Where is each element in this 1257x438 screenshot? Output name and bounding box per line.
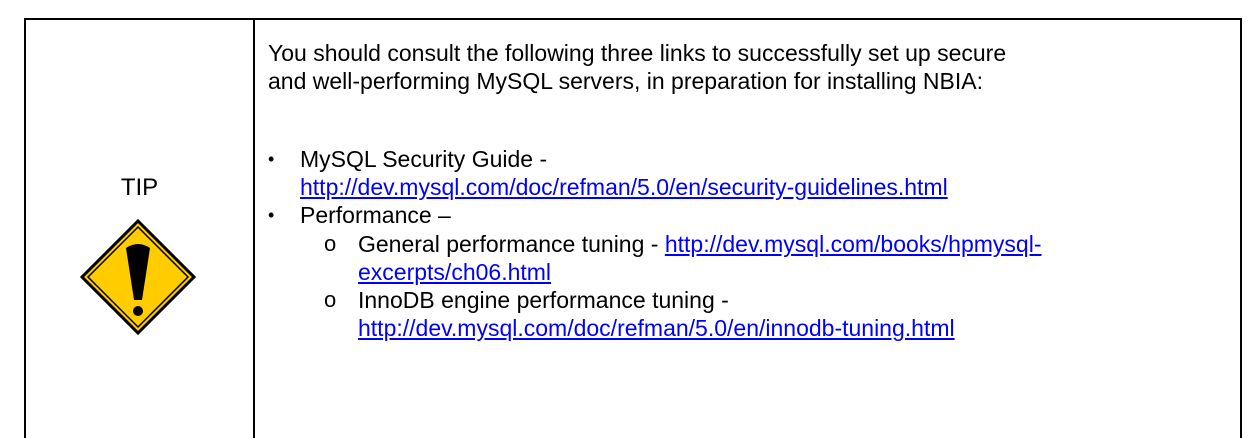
security-guide-link[interactable]: http://dev.mysql.com/doc/refman/5.0/en/s… bbox=[300, 174, 948, 200]
bullet-marker: • bbox=[268, 205, 275, 225]
subitem-innodb-tuning-label: InnoDB engine performance tuning - bbox=[358, 287, 729, 313]
tip-content-cell: You should consult the following three l… bbox=[255, 20, 1240, 438]
innodb-tuning-link[interactable]: http://dev.mysql.com/doc/refman/5.0/en/i… bbox=[358, 315, 955, 341]
tip-box: TIP You should consult the following thr… bbox=[24, 18, 1242, 438]
tip-label-cell: TIP bbox=[26, 20, 255, 438]
subitem-general-tuning: General performance tuning - http://dev.… bbox=[358, 230, 1042, 258]
intro-line-1: You should consult the following three l… bbox=[268, 40, 1007, 66]
general-tuning-link-part1[interactable]: http://dev.mysql.com/books/hpmysql- bbox=[665, 231, 1042, 257]
general-tuning-link-part2[interactable]: excerpts/ch06.html bbox=[358, 259, 551, 285]
tip-label: TIP bbox=[120, 174, 159, 201]
list-item-security-label: MySQL Security Guide - bbox=[300, 146, 548, 172]
warning-exclamation-icon bbox=[79, 218, 197, 336]
bullet-marker: • bbox=[268, 149, 275, 169]
intro-text: You should consult the following three l… bbox=[268, 39, 1228, 95]
subitem-general-tuning-label: General performance tuning - bbox=[358, 231, 665, 257]
sub-bullet-marker: o bbox=[324, 231, 337, 256]
list-item-performance-label: Performance – bbox=[300, 202, 451, 228]
intro-line-2: and well-performing MySQL servers, in pr… bbox=[268, 68, 983, 94]
sub-bullet-marker: o bbox=[324, 287, 337, 312]
